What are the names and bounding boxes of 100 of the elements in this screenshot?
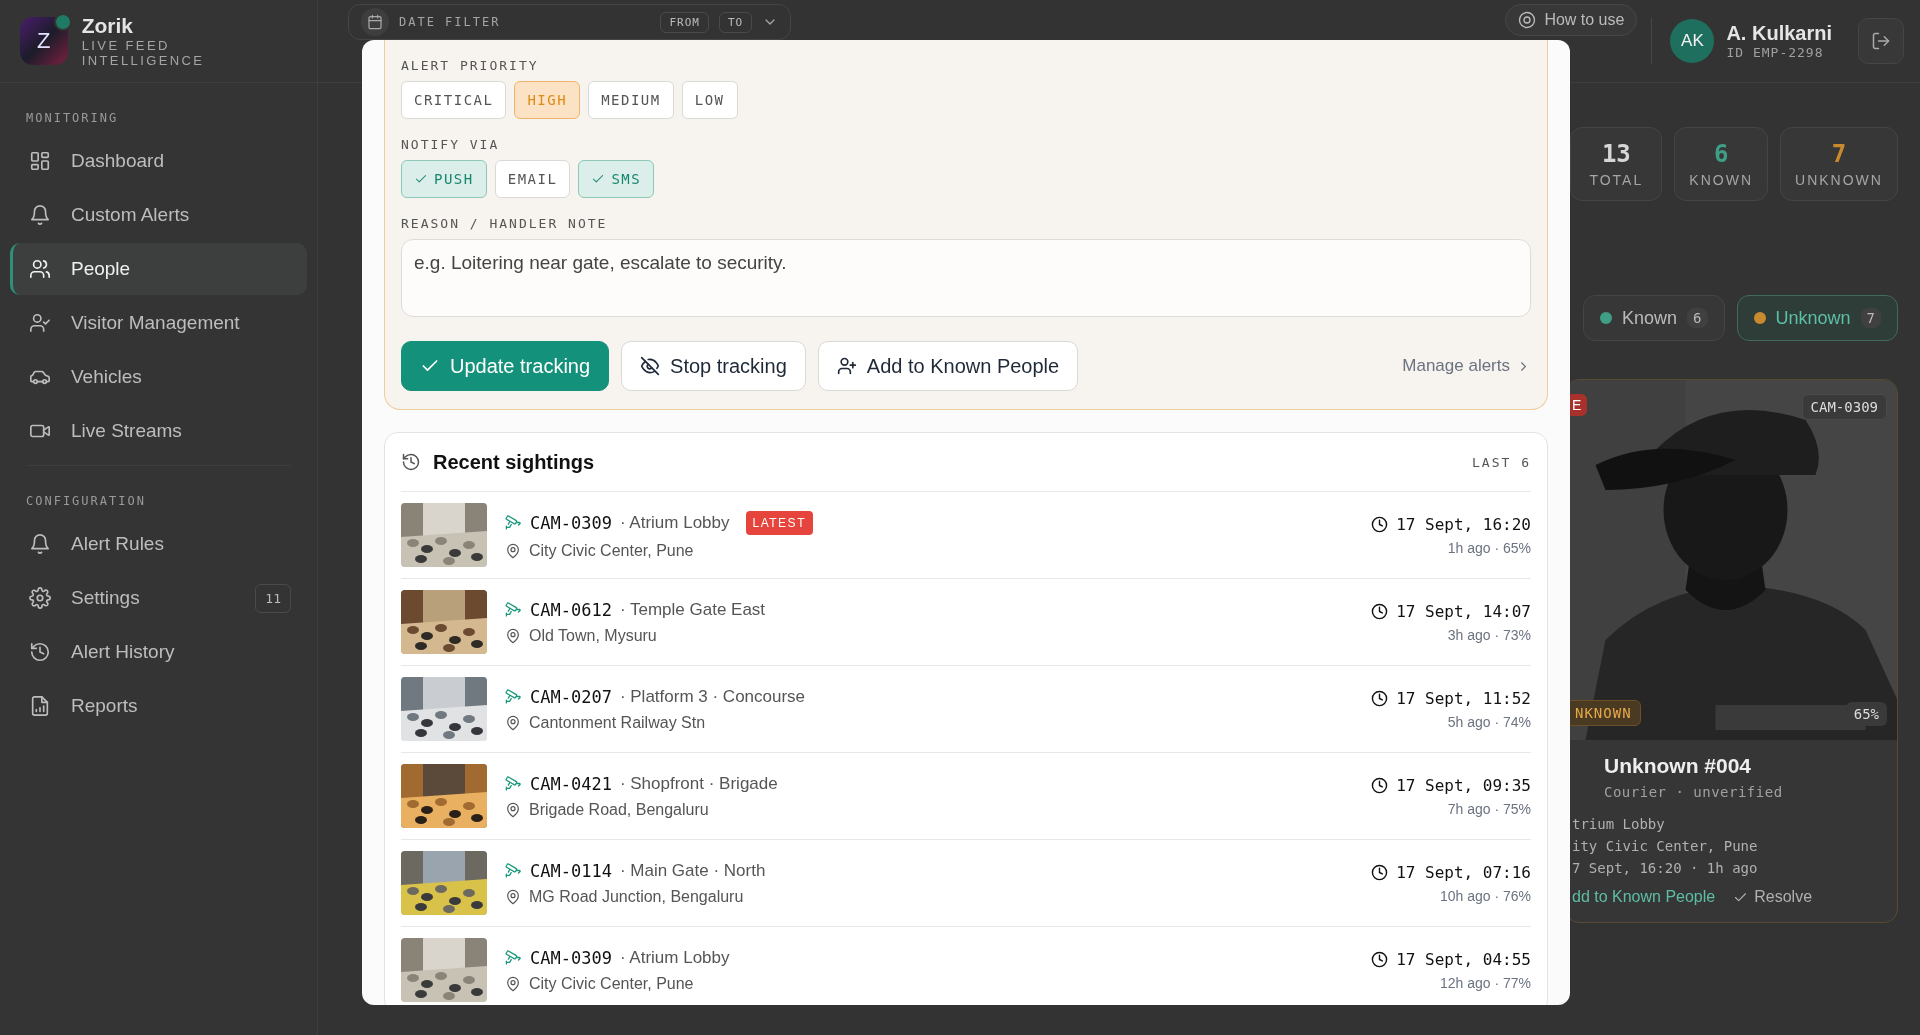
clock-icon <box>1371 950 1389 968</box>
pin-icon <box>505 714 521 731</box>
settings-icon <box>29 587 51 609</box>
priority-option[interactable]: CRITICAL <box>401 81 507 119</box>
location-text: Cantonment Railway Stn <box>529 713 706 732</box>
from-field[interactable]: FROM <box>660 11 709 33</box>
stat-label: TOTAL <box>1589 172 1644 188</box>
sidebar-item[interactable]: People <box>10 243 307 295</box>
user-name: A. Kulkarni <box>1726 22 1832 45</box>
sidebar-item[interactable]: Alert History <box>10 626 307 678</box>
count-label: LAST 6 <box>1472 454 1531 470</box>
action-button[interactable]: Stop tracking <box>621 341 806 391</box>
sighting-row[interactable]: CAM-0309 · Atrium Lobby City Civic Center, Pune 17 Sept, 04:55 12h ago · 77% <box>401 926 1531 1005</box>
sidebar-item[interactable]: Live Streams <box>10 405 307 457</box>
add-known-link[interactable]: dd to Known People <box>1572 888 1716 906</box>
user-plus-icon <box>836 356 857 376</box>
stat-value: 13 <box>1601 140 1631 168</box>
field-label: ALERT PRIORITY <box>401 58 540 73</box>
sighting-time: 17 Sept, 16:20 <box>1396 514 1531 534</box>
sighting-time: 17 Sept, 14:07 <box>1396 601 1531 621</box>
clock-icon <box>1371 863 1389 881</box>
report-icon <box>29 695 51 717</box>
sidebar-item[interactable]: Alert Rules <box>10 518 307 570</box>
sidebar-item[interactable]: Settings 11 <box>10 572 307 624</box>
notify-toggle[interactable]: SMS <box>578 160 655 198</box>
count-badge: 11 <box>255 583 291 613</box>
sighting-row[interactable]: CAM-0207 · Platform 3 · Concourse Cantonment Railway Stn 17 Sept, 11:52 5h ago · 74% <box>401 665 1531 752</box>
cctv-icon <box>505 862 522 879</box>
notify-toggle[interactable]: EMAIL <box>494 160 571 198</box>
count-badge: 6 <box>1687 308 1708 328</box>
notify-toggle[interactable]: PUSH <box>401 160 487 198</box>
pin-icon <box>505 888 521 905</box>
location-text: Brigade Road, Bengaluru <box>529 800 709 819</box>
filter-label: DATE FILTER <box>399 15 501 29</box>
camera-place: · Platform 3 · Concourse <box>619 686 806 707</box>
sighting-row[interactable]: CAM-0612 · Temple Gate East Old Town, Mysuru 17 Sept, 14:07 3h ago · 73% <box>401 578 1531 665</box>
calendar-icon <box>367 14 383 30</box>
stat-value: 6 <box>1713 140 1729 168</box>
history-icon <box>401 452 421 472</box>
sighting-time: 17 Sept, 09:35 <box>1396 775 1531 795</box>
sidebar-item[interactable]: Reports <box>10 680 307 732</box>
to-field[interactable]: TO <box>719 11 753 33</box>
action-button[interactable]: Update tracking <box>401 341 610 391</box>
cctv-icon <box>505 601 522 618</box>
resolve-button[interactable]: Resolve <box>1733 888 1813 906</box>
cctv-icon <box>505 688 522 705</box>
sidebar-item[interactable]: Visitor Management <box>10 297 307 349</box>
check-icon <box>414 172 428 186</box>
camera-id: CAM-0207 <box>530 686 612 707</box>
sighting-row[interactable]: CAM-0114 · Main Gate · North MG Road Junction, Bengaluru 17 Sept, 07:16 10h ago · 76% <box>401 839 1531 926</box>
logout-icon <box>1871 31 1891 51</box>
location-text: City Civic Center, Pune <box>529 974 694 993</box>
detail-line: 7 Sept, 16:20 · 1h ago <box>1572 860 1759 876</box>
camera-id: CAM-0421 <box>530 773 612 794</box>
location-text: City Civic Center, Pune <box>529 541 694 560</box>
sighting-row[interactable]: CAM-0309 · Atrium Lobby LATEST City Civic Center, Pune 17 Sept, 16:20 1h ago · 65% <box>401 491 1531 578</box>
pin-icon <box>505 801 521 818</box>
priority-option[interactable]: LOW <box>681 81 738 119</box>
camera-id: CAM-0309 <box>530 947 612 968</box>
note-field[interactable]: e.g. Loitering near gate, escalate to security. <box>401 239 1531 317</box>
sidebar-item[interactable]: Vehicles <box>10 351 307 403</box>
filter-chip[interactable]: Unknown 7 <box>1736 295 1898 341</box>
bell-icon <box>29 533 51 555</box>
person-subtitle: Courier · unverified <box>1604 784 1784 800</box>
priority-option[interactable]: MEDIUM <box>588 81 674 119</box>
camera-place: · Main Gate · North <box>619 860 766 881</box>
section-heading: CONFIGURATION <box>26 494 147 508</box>
cctv-icon <box>505 514 522 531</box>
sighting-time: 17 Sept, 04:55 <box>1396 949 1531 969</box>
camera-id: CAM-0309 <box>530 512 612 533</box>
camera-place: · Atrium Lobby <box>619 947 730 968</box>
filter-chip[interactable]: Known 6 <box>1583 295 1725 341</box>
location-text: Old Town, Mysuru <box>529 626 657 645</box>
sighting-meta: 12h ago · 77% <box>1439 974 1531 991</box>
help-button[interactable]: How to use <box>1505 4 1638 36</box>
bell-icon <box>29 204 51 226</box>
action-button[interactable]: Add to Known People <box>817 341 1079 391</box>
user-avatar: AK <box>1670 19 1715 63</box>
manage-alerts-link[interactable]: Manage alerts <box>1402 356 1531 376</box>
eye-off-icon <box>640 356 661 376</box>
sighting-time: 17 Sept, 11:52 <box>1396 688 1531 708</box>
user-check-icon <box>29 312 51 334</box>
history-icon <box>29 641 51 663</box>
sighting-meta: 7h ago · 75% <box>1447 800 1531 817</box>
app-tagline: LIVE FEED INTELLIGENCE <box>81 38 206 68</box>
field-label: REASON / HANDLER NOTE <box>401 216 609 231</box>
sighting-row[interactable]: CAM-0421 · Shopfront · Brigade Brigade Road, Bengaluru 17 Sept, 09:35 7h ago · 75% <box>401 752 1531 839</box>
clock-icon <box>1371 515 1389 533</box>
count-badge: 7 <box>1860 308 1881 328</box>
field-label: NOTIFY VIA <box>401 137 501 152</box>
sidebar-item[interactable]: Dashboard <box>10 135 307 187</box>
app-name: Zorik <box>81 14 134 38</box>
sidebar-item[interactable]: Custom Alerts <box>10 189 307 241</box>
pin-icon <box>505 627 521 644</box>
check-icon <box>591 172 606 186</box>
logout-button[interactable] <box>1858 18 1904 64</box>
pin-icon <box>505 975 521 992</box>
dashboard-icon <box>29 150 51 172</box>
clock-icon <box>1371 776 1389 794</box>
user-id: ID EMP-2298 <box>1726 45 1825 60</box>
